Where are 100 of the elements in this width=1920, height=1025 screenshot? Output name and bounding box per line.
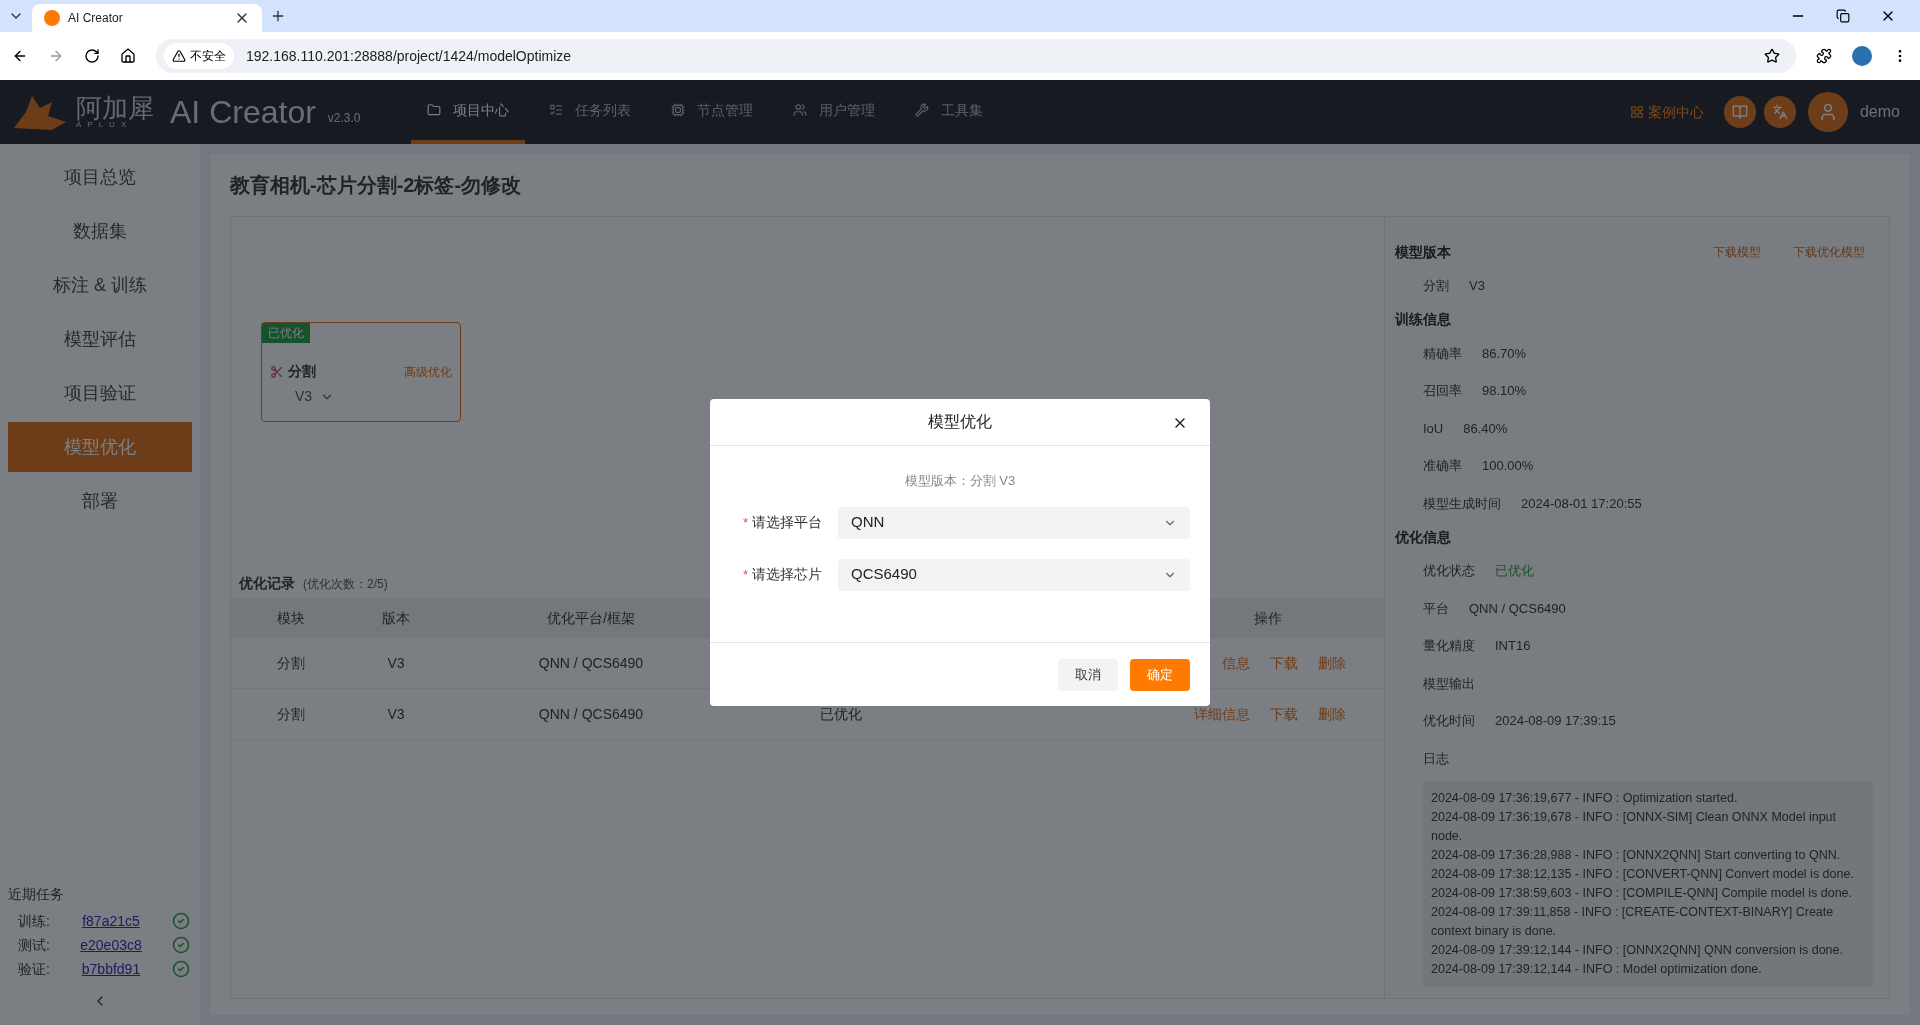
home-icon[interactable] (120, 48, 136, 64)
grid-icon (1629, 105, 1644, 119)
scissors-icon (270, 364, 284, 379)
logo-text: 阿加犀 (76, 95, 154, 121)
sidebar-item[interactable]: 数据集 (8, 206, 192, 256)
column-header: 操作 (1252, 608, 1283, 628)
detail-value: QNN / QCS6490 (1469, 599, 1566, 618)
warning-icon (172, 49, 186, 63)
advanced-optimize-link[interactable]: 高级优化 (404, 362, 452, 381)
column-header: 优化平台/框架 (546, 608, 636, 628)
detail-value: 100.00% (1482, 457, 1534, 475)
node-name: 分割 (288, 362, 316, 381)
nav-tab[interactable]: 任务列表 (532, 80, 647, 144)
action-link[interactable]: 信息 (1221, 652, 1250, 674)
field-label: 请选择芯片 (752, 565, 822, 584)
browser-tab[interactable]: AI Creator (32, 4, 262, 32)
address-bar[interactable]: 不安全 192.168.110.201:28888/project/1424/modelOptimize (156, 39, 1796, 73)
detail-value: 2024-08-01 17:20:55 (1521, 494, 1642, 513)
detail-value: INT16 (1495, 637, 1531, 655)
reload-icon[interactable] (84, 48, 100, 64)
user-name: demo (1859, 102, 1900, 122)
action-link[interactable]: 详细信息 (1193, 703, 1250, 725)
select-field[interactable]: QCS6490 (838, 558, 1190, 591)
detail-value: 86.70% (1482, 344, 1527, 363)
task-id-link[interactable]: b7bbfd91 (66, 958, 156, 980)
nav-icon (426, 103, 441, 117)
sidebar-item[interactable]: 模型优化 (8, 422, 192, 472)
task-label: 测试: (17, 935, 51, 955)
section-title: 模型版本 (1395, 242, 1452, 262)
app-version: v2.3.0 (327, 110, 361, 127)
detail-label: 模型输出 (1423, 674, 1475, 693)
nav-icon (792, 103, 807, 117)
page-title: 教育相机-芯片分割-2标签-勿修改 (230, 173, 523, 198)
records-title: 优化记录 (239, 574, 295, 593)
sidebar-item[interactable]: 模型评估 (8, 314, 192, 364)
select-field[interactable]: QNN (838, 506, 1190, 539)
table-cell-text: V3 (386, 653, 406, 673)
cancel-button[interactable]: 取消 (1058, 658, 1118, 691)
book-button[interactable] (1723, 96, 1756, 128)
table-cell-text: QNN / QCS6490 (537, 704, 645, 724)
sidebar-item[interactable]: 项目总览 (8, 152, 192, 202)
detail-label: 分割 (1423, 277, 1449, 295)
detail-value: 86.40% (1463, 419, 1508, 438)
detail-label: 召回率 (1423, 382, 1462, 400)
detail-value: 2024-08-09 17:39:15 (1495, 712, 1616, 730)
extensions-icon[interactable] (1816, 48, 1832, 64)
action-link[interactable]: 下载 (1269, 703, 1298, 725)
new-tab-icon[interactable] (270, 8, 286, 24)
profile-avatar[interactable] (1852, 46, 1872, 66)
confirm-button[interactable]: 确定 (1130, 658, 1190, 691)
action-link[interactable]: 删除 (1317, 652, 1346, 674)
logo-subtitle: APLUX (76, 121, 134, 129)
nav-tab[interactable]: 工具集 (898, 80, 999, 144)
required-mark: * (742, 565, 748, 584)
sidebar-item[interactable]: 项目验证 (8, 368, 192, 418)
model-version-text: 模型版本：分割 V3 (903, 472, 1017, 490)
table-cell-text: V3 (386, 704, 406, 724)
back-icon[interactable] (12, 48, 28, 64)
sidebar-item[interactable]: 部署 (8, 476, 192, 526)
nav-tab[interactable]: 节点管理 (654, 80, 769, 144)
download-link[interactable]: 下载优化模型 (1793, 243, 1865, 261)
action-link[interactable]: 删除 (1317, 703, 1346, 725)
user-avatar[interactable] (1807, 92, 1848, 132)
modal-title: 模型优化 (928, 412, 992, 432)
nav-icon (670, 103, 685, 117)
task-id-link[interactable]: f87a21c5 (66, 910, 156, 932)
detail-value: V3 (1469, 277, 1485, 295)
detail-value: 98.10% (1482, 382, 1527, 400)
detail-label: 日志 (1423, 749, 1449, 768)
forward-icon[interactable] (48, 48, 64, 64)
task-id-link[interactable]: e20e03c8 (66, 934, 156, 956)
section-title: 训练信息 (1395, 310, 1452, 329)
recent-tasks-title: 近期任务 (8, 885, 65, 904)
language-button[interactable] (1763, 96, 1796, 128)
action-link[interactable]: 下载 (1269, 652, 1298, 674)
bookmark-icon[interactable] (1764, 48, 1780, 64)
task-label: 训练: (17, 911, 51, 931)
version-select[interactable]: V3 (295, 386, 335, 407)
model-node[interactable]: 已优化 分割 高级优化 V3 (261, 322, 461, 422)
restore-icon[interactable] (1836, 9, 1850, 23)
nav-icon (548, 103, 563, 117)
section-title: 优化信息 (1395, 527, 1452, 547)
detail-label: 模型生成时间 (1423, 494, 1501, 513)
sidebar-item[interactable]: 标注 & 训练 (8, 260, 192, 310)
download-link[interactable]: 下载模型 (1713, 243, 1761, 261)
detail-label: 精确率 (1423, 344, 1462, 363)
task-label: 验证: (17, 959, 51, 979)
detail-label: 优化状态 (1423, 562, 1475, 580)
app-name: AI Creator (170, 93, 316, 132)
case-center-link[interactable]: 案例中心 (1629, 101, 1704, 123)
favicon-icon (44, 10, 60, 26)
url-text: 192.168.110.201:28888/project/1424/modelOptimize (246, 46, 573, 66)
table-cell-text: QNN / QCS6490 (537, 653, 645, 673)
tab-title: AI Creator (68, 10, 124, 27)
required-mark: * (742, 513, 748, 532)
table-cell-text: 分割 (276, 653, 306, 673)
nav-tab[interactable]: 用户管理 (776, 80, 891, 144)
column-header: 模块 (276, 608, 306, 628)
translate-icon (1771, 104, 1788, 120)
security-chip[interactable]: 不安全 (164, 43, 234, 69)
